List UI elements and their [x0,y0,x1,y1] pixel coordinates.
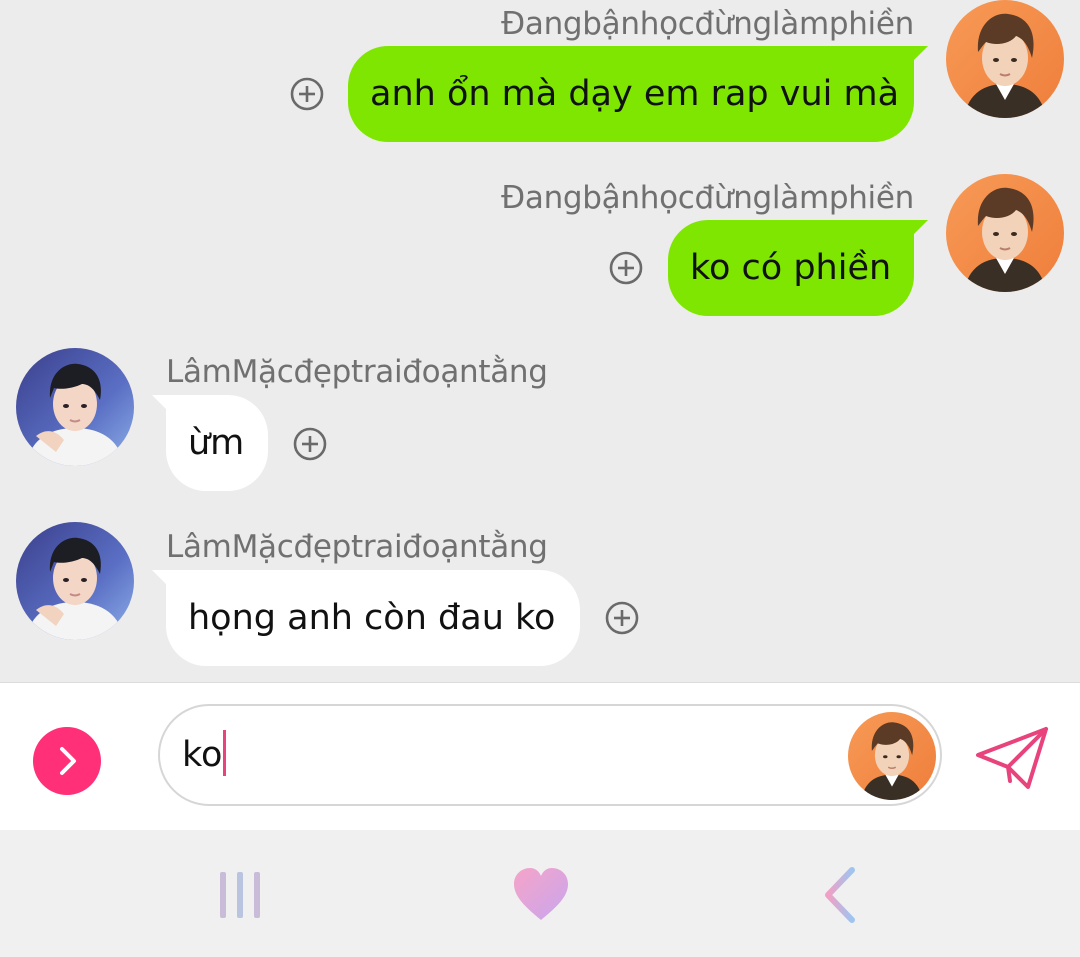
sender-name: Đangbậnhọcđừnglàmphiền [501,6,914,42]
back-chevron-icon[interactable] [806,860,876,930]
recent-apps-icon[interactable] [206,860,276,930]
add-reaction-icon[interactable] [609,251,643,285]
avatar-image [16,522,134,640]
message-input[interactable]: ko [158,704,942,806]
message-bubble-outgoing[interactable]: ko có phiền [668,220,928,316]
avatar[interactable] [946,174,1064,292]
message-text: anh ổn mà dạy em rap vui mà [370,74,900,114]
message-bubble-incoming[interactable]: ừm [152,395,268,491]
paper-plane-icon [976,727,1048,789]
chat-area[interactable]: Đangbậnhọcđừnglàmphiền anh ổn mà dạy em … [0,0,1080,682]
avatar[interactable] [16,522,134,640]
navigation-bar [0,830,1080,957]
avatar-image [946,174,1064,292]
text-caret [223,730,227,776]
message-text: ko có phiền [690,248,892,288]
add-reaction-icon[interactable] [605,601,639,635]
identity-avatar-button[interactable] [848,712,936,800]
avatar-image [16,348,134,466]
message-bubble-incoming[interactable]: họng anh còn đau ko [152,570,580,666]
avatar-image [946,0,1064,118]
message-text: họng anh còn đau ko [188,598,556,638]
message-input-text[interactable]: ko [182,706,227,804]
avatar[interactable] [946,0,1064,118]
message-input-value: ko [182,735,223,775]
sender-name: LâmMặcđẹptraiđoạntằng [166,529,548,565]
avatar[interactable] [16,348,134,466]
add-reaction-icon[interactable] [293,427,327,461]
message-bubble-outgoing[interactable]: anh ổn mà dạy em rap vui mà [348,46,928,142]
composer-bar: ko [0,682,1080,831]
add-reaction-icon[interactable] [290,77,324,111]
message-text: ừm [188,423,245,463]
expand-button[interactable] [33,727,101,795]
avatar-image [848,712,936,800]
sender-name: Đangbậnhọcđừnglàmphiền [501,180,914,216]
send-button[interactable] [972,723,1052,795]
sender-name: LâmMặcđẹptraiđoạntằng [166,354,548,390]
heart-home-icon[interactable] [506,860,576,930]
chevron-right-icon [60,747,76,775]
